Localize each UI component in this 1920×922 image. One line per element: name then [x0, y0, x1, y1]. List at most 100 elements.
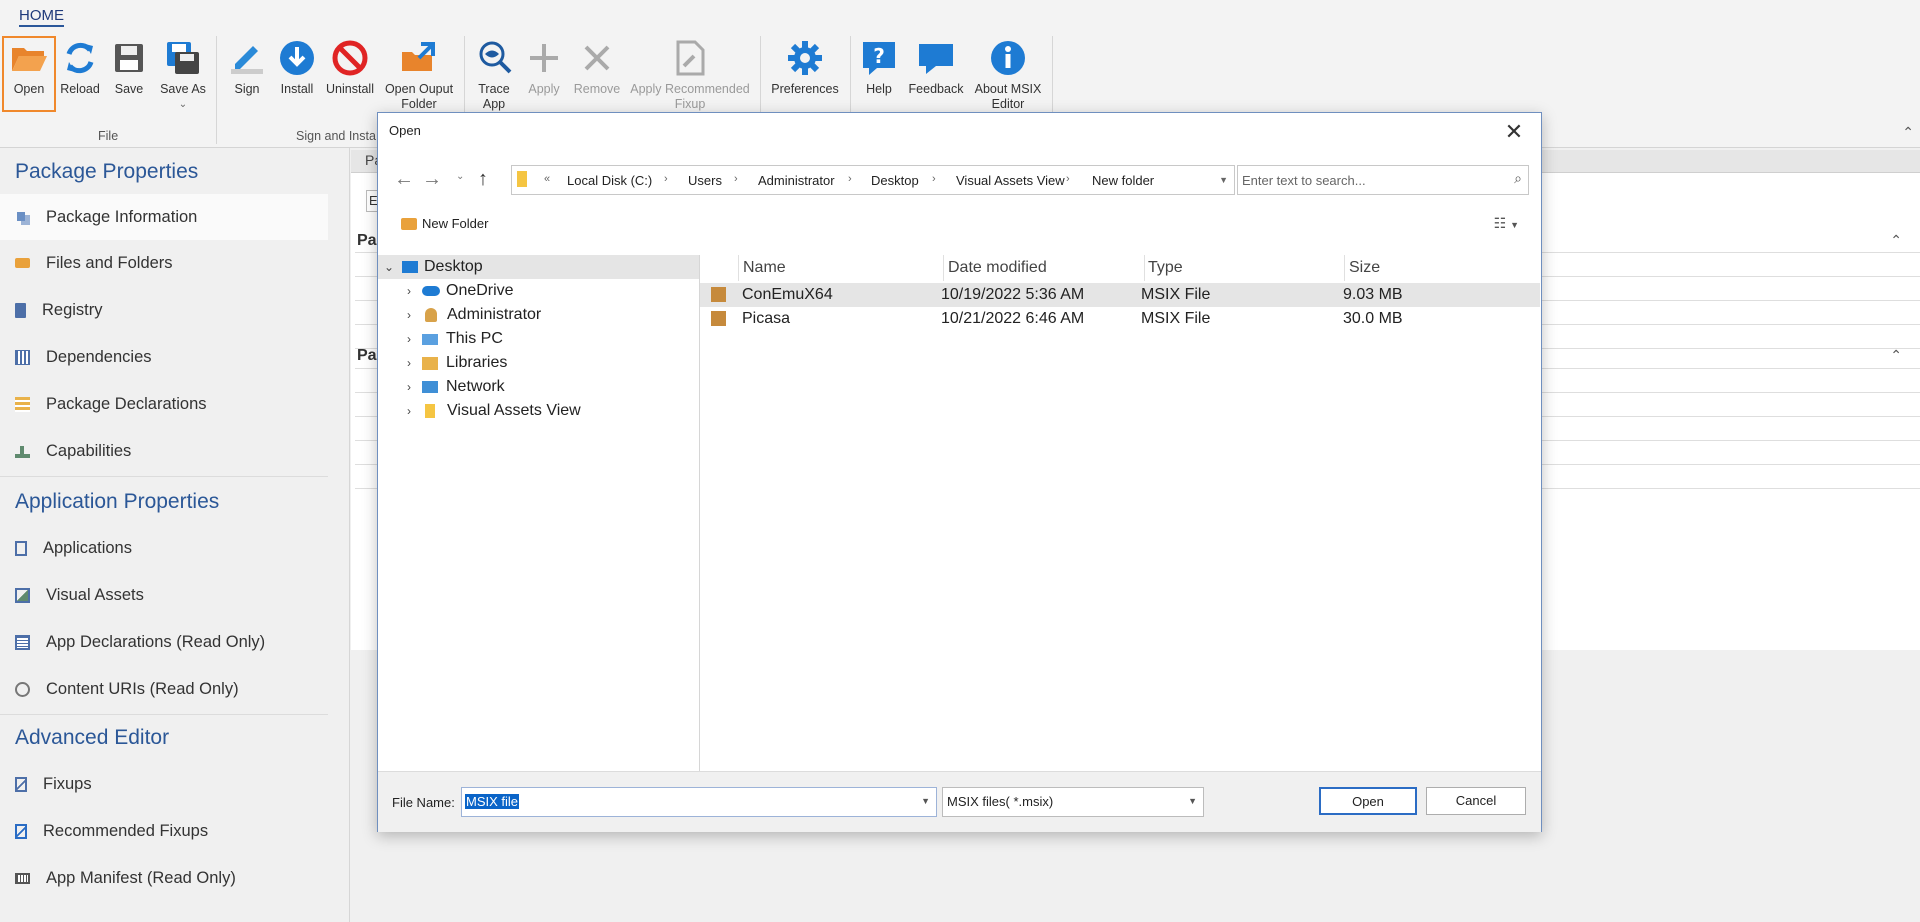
forward-arrow-icon[interactable]: → [422, 168, 442, 191]
install-button[interactable]: Install [276, 38, 318, 97]
dialog-title: Open [389, 123, 421, 138]
tree-item-visual-assets-view[interactable]: › Visual Assets View [378, 399, 699, 423]
sidebar-item-package-declarations[interactable]: Package Declarations [0, 381, 328, 427]
sign-button[interactable]: Sign [226, 38, 268, 97]
column-header-type[interactable]: Type [1144, 255, 1345, 281]
about-button[interactable]: About MSIX Editor [970, 38, 1046, 112]
fixups-icon [15, 776, 27, 792]
close-icon[interactable]: ✕ [1501, 119, 1527, 145]
sidebar-item-content-uris[interactable]: Content URIs (Read Only) [0, 666, 328, 712]
dropdown-arrow-icon[interactable]: ▼ [1188, 796, 1197, 806]
dialog-cancel-button[interactable]: Cancel [1426, 787, 1526, 815]
tab-home[interactable]: HOME [19, 7, 64, 27]
plus-icon [530, 44, 558, 72]
chevron-right-icon[interactable]: › [932, 173, 936, 185]
uninstall-button[interactable]: Uninstall [324, 38, 376, 97]
folder-icon [425, 404, 435, 418]
preferences-button[interactable]: Preferences [768, 38, 842, 97]
breadcrumb-new-folder[interactable]: New folder [1092, 173, 1154, 188]
chevron-right-icon[interactable]: › [402, 284, 416, 298]
sidebar: Package Properties Package Information F… [0, 148, 350, 922]
overflow-chevron-icon[interactable]: « [544, 173, 550, 185]
ribbon-tabbar: HOME [0, 0, 1920, 32]
breadcrumb-users[interactable]: Users [688, 173, 722, 188]
save-as-button[interactable]: Save As ⌄ [156, 38, 210, 112]
group-file-label: File [98, 129, 119, 143]
address-dropdown-icon[interactable]: ▼ [1219, 175, 1228, 185]
recent-chevron-icon[interactable]: ⌄ [456, 171, 464, 182]
image-icon [15, 587, 30, 603]
up-arrow-icon[interactable]: ↑ [478, 168, 488, 191]
view-options-button[interactable]: ☷ ▼ [1494, 215, 1519, 232]
sidebar-item-package-information[interactable]: Package Information [0, 194, 328, 240]
sidebar-item-fixups[interactable]: Fixups [0, 761, 328, 807]
new-folder-button[interactable]: New Folder [401, 216, 488, 231]
back-arrow-icon[interactable]: ← [394, 168, 414, 191]
file-type-select[interactable]: MSIX files( *.msix) ▼ [942, 787, 1204, 817]
chevron-right-icon[interactable]: › [402, 404, 416, 418]
apply-recommended-fixup-button[interactable]: Apply Recommended Fixup [628, 38, 752, 112]
file-name-value[interactable]: MSIX file [465, 794, 520, 809]
search-box[interactable]: Enter text to search... ⌕ [1237, 165, 1529, 195]
sidebar-item-app-manifest[interactable]: App Manifest (Read Only) [0, 855, 328, 901]
file-row[interactable]: ConEmuX64 10/19/2022 5:36 AM MSIX File 9… [700, 283, 1540, 307]
help-button[interactable]: ? Help [858, 38, 900, 97]
uninstall-block-icon [332, 40, 368, 76]
registry-book-icon [15, 302, 26, 318]
folder-open-icon [12, 48, 47, 71]
sidebar-item-recommended-fixups[interactable]: Recommended Fixups [0, 808, 328, 854]
remove-button[interactable]: Remove [572, 38, 622, 97]
chevron-right-icon[interactable]: › [402, 308, 416, 322]
open-output-folder-button[interactable]: Open Ouput Folder [382, 38, 456, 112]
dropdown-arrow-icon[interactable]: ▼ [921, 796, 930, 806]
sidebar-item-app-declarations[interactable]: App Declarations (Read Only) [0, 619, 328, 665]
sidebar-item-registry[interactable]: Registry [0, 287, 328, 333]
chevron-right-icon[interactable]: › [402, 356, 416, 370]
install-arrow-icon [280, 41, 314, 75]
navigation-tree: ⌄ Desktop › OneDrive › Administrator › T… [378, 255, 700, 771]
chevron-right-icon[interactable]: › [402, 332, 416, 346]
column-header-size[interactable]: Size [1345, 255, 1539, 281]
sidebar-item-visual-assets[interactable]: Visual Assets [0, 572, 328, 618]
tree-item-libraries[interactable]: › Libraries [378, 351, 699, 375]
svg-text:?: ? [873, 44, 885, 68]
chevron-right-icon[interactable]: › [848, 173, 852, 185]
section-divider [0, 476, 328, 477]
feedback-button[interactable]: Feedback [906, 38, 966, 97]
chevron-down-icon[interactable]: ⌄ [382, 260, 396, 274]
chevron-right-icon[interactable]: › [734, 173, 738, 185]
sidebar-item-files-and-folders[interactable]: Files and Folders [0, 240, 328, 286]
sidebar-item-dependencies[interactable]: Dependencies [0, 334, 328, 380]
breadcrumb-desktop[interactable]: Desktop [871, 173, 919, 188]
file-row[interactable]: Picasa 10/21/2022 6:46 AM MSIX File 30.0… [700, 307, 1540, 331]
remove-x-icon [584, 45, 610, 71]
tree-item-desktop[interactable]: ⌄ Desktop [378, 255, 699, 279]
apply-button[interactable]: Apply [522, 38, 566, 97]
save-button[interactable]: Save [108, 38, 150, 97]
breadcrumb-visual-assets-view[interactable]: Visual Assets View [956, 173, 1065, 188]
open-button[interactable]: Open [2, 36, 56, 112]
file-name-input[interactable]: MSIX file ▼ [461, 787, 937, 817]
chevron-right-icon[interactable]: › [402, 380, 416, 394]
address-bar[interactable]: « Local Disk (C:) › Users › Administrato… [511, 165, 1235, 195]
search-input[interactable]: Enter text to search... [1242, 173, 1366, 188]
section-divider [0, 714, 328, 715]
dialog-open-button[interactable]: Open [1319, 787, 1417, 815]
breadcrumb-local-disk[interactable]: Local Disk (C:) [567, 173, 652, 188]
tree-item-onedrive[interactable]: › OneDrive [378, 279, 699, 303]
tree-item-administrator[interactable]: › Administrator [378, 303, 699, 327]
sidebar-item-capabilities[interactable]: Capabilities [0, 428, 328, 474]
column-header-date[interactable]: Date modified [944, 255, 1145, 281]
collapse-ribbon-icon[interactable]: ⌃ [1902, 124, 1914, 141]
chevron-right-icon[interactable]: › [664, 173, 668, 185]
tree-item-network[interactable]: › Network [378, 375, 699, 399]
trace-app-button[interactable]: Trace App [470, 38, 518, 112]
column-header-name[interactable]: Name [739, 255, 944, 281]
save-as-icon [167, 42, 199, 74]
breadcrumb-administrator[interactable]: Administrator [758, 173, 835, 188]
chevron-right-icon[interactable]: › [1066, 173, 1070, 185]
search-icon[interactable]: ⌕ [1514, 170, 1522, 187]
tree-item-this-pc[interactable]: › This PC [378, 327, 699, 351]
reload-button[interactable]: Reload [58, 38, 102, 97]
sidebar-item-applications[interactable]: Applications [0, 525, 328, 571]
